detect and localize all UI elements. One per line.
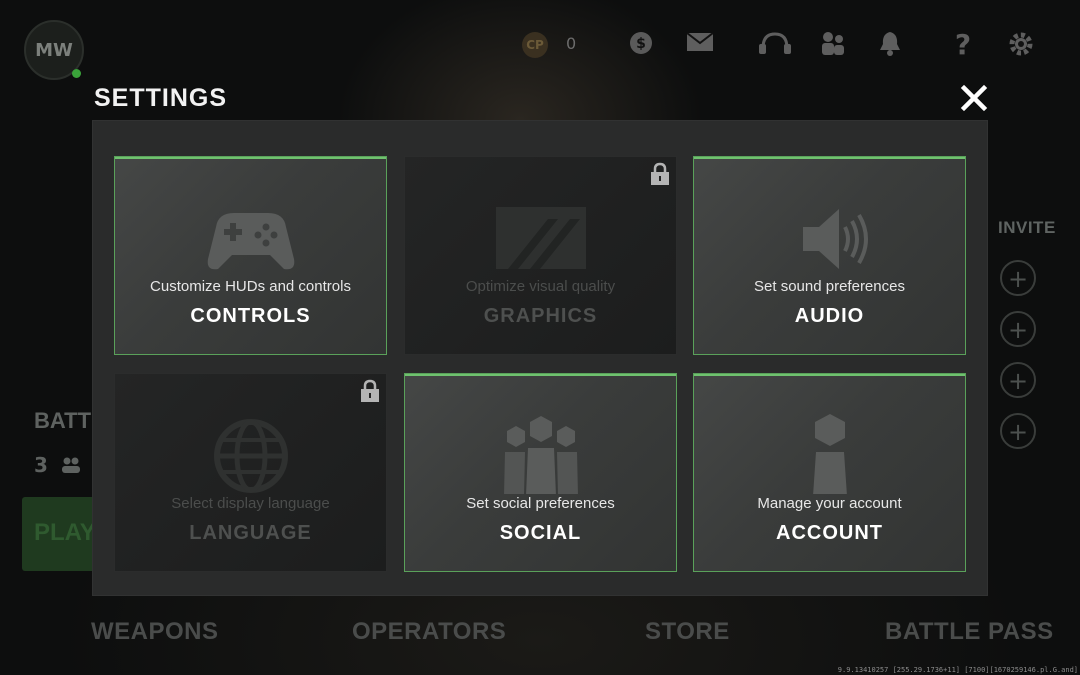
card-subtitle: Customize HUDs and controls bbox=[150, 278, 351, 295]
card-subtitle: Set social preferences bbox=[466, 495, 615, 512]
nav-store[interactable]: STORE bbox=[645, 618, 730, 646]
gear-icon[interactable] bbox=[1006, 30, 1036, 60]
friends-icon[interactable] bbox=[818, 30, 848, 60]
party-icon bbox=[61, 457, 80, 473]
settings-card-graphics[interactable]: Optimize visual quality GRAPHICS bbox=[404, 156, 677, 355]
mail-icon[interactable] bbox=[685, 30, 715, 60]
card-label: ACCOUNT bbox=[776, 522, 883, 544]
card-subtitle: Set sound preferences bbox=[754, 278, 905, 295]
gamepad-icon bbox=[207, 213, 294, 270]
lock-icon bbox=[361, 379, 379, 402]
card-subtitle: Select display language bbox=[171, 495, 330, 512]
card-label: GRAPHICS bbox=[483, 305, 598, 327]
bottom-nav: WEAPONS OPERATORS STORE BATTLE PASS bbox=[0, 612, 1080, 656]
invite-slot-add-icon[interactable]: + bbox=[1000, 413, 1036, 449]
close-button[interactable] bbox=[958, 84, 990, 116]
play-button-label: PLAY bbox=[34, 519, 96, 546]
card-label: LANGUAGE bbox=[189, 522, 312, 544]
party-count-value: 3 bbox=[34, 453, 48, 477]
notifications-bell-icon[interactable] bbox=[875, 30, 905, 60]
card-label: AUDIO bbox=[794, 305, 865, 327]
settings-card-controls[interactable]: Customize HUDs and controls CONTROLS bbox=[114, 156, 387, 355]
headset-icon[interactable] bbox=[755, 30, 795, 60]
card-subtitle: Optimize visual quality bbox=[465, 278, 616, 295]
lock-icon bbox=[651, 162, 669, 185]
cod-points-value: 0 bbox=[566, 34, 577, 53]
graphics-icon bbox=[495, 207, 586, 269]
play-button[interactable]: PLAY bbox=[22, 497, 102, 571]
invite-slot-add-icon[interactable]: + bbox=[1000, 362, 1036, 398]
invite-slot-add-icon[interactable]: + bbox=[1000, 260, 1036, 296]
settings-panel: Customize HUDs and controls CONTROLS Opt… bbox=[93, 121, 987, 595]
party-count: 3 bbox=[34, 453, 81, 477]
nav-battle-pass[interactable]: BATTLE PASS bbox=[885, 618, 1054, 646]
cod-points-icon: CP bbox=[522, 32, 548, 58]
help-icon[interactable]: ? bbox=[948, 28, 978, 61]
card-label: SOCIAL bbox=[499, 522, 582, 544]
svg-text:?: ? bbox=[955, 30, 971, 58]
settings-card-audio[interactable]: Set sound preferences AUDIO bbox=[693, 156, 966, 355]
close-icon bbox=[960, 84, 988, 112]
settings-card-social[interactable]: Set social preferences SOCIAL bbox=[404, 373, 677, 572]
speaker-icon bbox=[802, 209, 868, 269]
build-version-text: 9.9.13410257 [255.29.1736+11] [7100][167… bbox=[837, 666, 1078, 674]
invite-slot-add-icon[interactable]: + bbox=[1000, 311, 1036, 347]
globe-icon bbox=[213, 419, 288, 493]
card-label: CONTROLS bbox=[190, 305, 311, 327]
online-status-dot bbox=[72, 69, 81, 78]
settings-title: SETTINGS bbox=[94, 84, 228, 112]
people-icon bbox=[503, 416, 578, 494]
settings-card-account[interactable]: Manage your account ACCOUNT bbox=[693, 373, 966, 572]
settings-card-language[interactable]: Select display language LANGUAGE bbox=[114, 373, 387, 572]
nav-weapons[interactable]: WEAPONS bbox=[91, 618, 219, 646]
currency-icon[interactable]: $ bbox=[626, 30, 656, 60]
nav-operators[interactable]: OPERATORS bbox=[352, 618, 506, 646]
svg-text:$: $ bbox=[636, 36, 646, 52]
person-icon bbox=[812, 414, 847, 494]
invite-label: INVITE bbox=[998, 218, 1056, 237]
card-subtitle: Manage your account bbox=[757, 495, 902, 512]
